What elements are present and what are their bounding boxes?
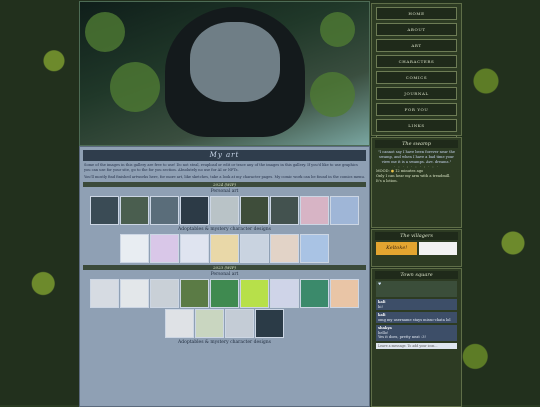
art-thumbnail[interactable] — [300, 196, 329, 225]
gallery-panel: My art Some of the images in this galler… — [79, 146, 370, 407]
nav-for-you[interactable]: FOR YOU — [376, 103, 457, 116]
lily-pad — [320, 12, 355, 47]
art-thumbnail[interactable] — [195, 309, 224, 338]
sun-icon: ● — [390, 169, 394, 173]
lily-pad — [85, 12, 125, 52]
swamp-quote: "I cannot say I have been forever near t… — [378, 150, 455, 164]
thumbnail-row — [80, 309, 369, 338]
art-thumbnail[interactable] — [240, 196, 269, 225]
section-label: Adoptables & mystery character designs — [178, 340, 271, 345]
chat-message: kali hi! — [376, 299, 457, 310]
town-square-title: Town square — [375, 271, 458, 279]
gallery-notice-2: You'll mostly find finished artworks her… — [84, 175, 365, 179]
thumbnail-row — [80, 279, 369, 308]
art-thumbnail[interactable] — [270, 234, 299, 263]
nav-about[interactable]: ABOUT — [376, 23, 457, 36]
art-thumbnail[interactable] — [150, 234, 179, 263]
nav-home[interactable]: HOME — [376, 7, 457, 20]
chat-author: kali — [378, 313, 386, 317]
art-thumbnail[interactable] — [270, 279, 299, 308]
art-thumbnail[interactable] — [225, 309, 254, 338]
art-thumbnail[interactable] — [150, 279, 179, 308]
nav-links[interactable]: LINKS — [376, 119, 457, 132]
thumbnail-row — [80, 234, 369, 263]
art-thumbnail[interactable] — [210, 234, 239, 263]
chat-message: shakya hello! Yes it does, pretty neat :… — [376, 325, 457, 341]
status-time: 12 minutes ago — [395, 169, 424, 173]
art-thumbnail[interactable] — [270, 196, 299, 225]
art-thumbnail[interactable] — [180, 234, 209, 263]
art-thumbnail[interactable] — [300, 234, 329, 263]
art-thumbnail[interactable] — [165, 309, 194, 338]
chat-author: kali — [378, 300, 386, 304]
lily-pad — [310, 72, 355, 117]
villager-badge[interactable]: Keltoke! — [376, 242, 418, 255]
art-thumbnail[interactable] — [210, 279, 239, 308]
art-thumbnail[interactable] — [240, 234, 269, 263]
art-thumbnail[interactable] — [240, 279, 269, 308]
nav-art[interactable]: ART — [376, 39, 457, 52]
nav-panel: HOME ABOUT ART CHARACTERS COMICS JOURNAL… — [371, 3, 462, 148]
status-text: Only I can hear my arm with a treadmill.… — [376, 174, 451, 183]
header-artwork — [79, 1, 370, 146]
nav-characters[interactable]: CHARACTERS — [376, 55, 457, 68]
page-title: My art — [83, 150, 366, 161]
character-face — [190, 22, 280, 102]
lily-pad — [110, 62, 160, 112]
chat-text: omg my username stays misso-chata lol — [378, 317, 451, 322]
swamp-panel: The swamp "I cannot say I have been fore… — [371, 137, 462, 228]
art-thumbnail[interactable] — [180, 279, 209, 308]
art-thumbnail[interactable] — [150, 196, 179, 225]
town-square-panel: Town square ♥ kali hi! kali omg my usern… — [371, 268, 462, 407]
status-label: MOOD: — [376, 169, 390, 173]
art-thumbnail[interactable] — [330, 196, 359, 225]
section-label: Personal art — [210, 272, 239, 277]
art-thumbnail[interactable] — [180, 196, 209, 225]
heart-icon: ♥ — [378, 282, 382, 286]
section-label: Personal art — [210, 189, 239, 194]
gallery-notice: Some of the images in this gallery are f… — [84, 163, 358, 172]
heart-message: ♥ — [376, 281, 457, 297]
chat-author: shakya — [378, 326, 392, 330]
nav-comics[interactable]: COMICS — [376, 71, 457, 84]
villagers-title: The villagers — [375, 232, 458, 240]
art-thumbnail[interactable] — [120, 196, 149, 225]
chat-text: hello! — [378, 330, 389, 335]
swamp-title: The swamp — [375, 140, 458, 148]
art-thumbnail[interactable] — [120, 279, 149, 308]
art-thumbnail[interactable] — [210, 196, 239, 225]
year-heading-2023: 2023 (WIP) — [83, 265, 366, 270]
art-thumbnail[interactable] — [330, 279, 359, 308]
chat-text: hi! — [378, 304, 383, 309]
chat-message: kali omg my username stays misso-chata l… — [376, 312, 457, 323]
section-label: Adoptables & mystery character designs — [178, 227, 271, 232]
year-heading-2024: 2024 (WIP) — [83, 182, 366, 187]
art-thumbnail[interactable] — [120, 234, 149, 263]
villager-badge-2[interactable] — [419, 242, 457, 255]
thumbnail-row — [80, 196, 369, 225]
art-thumbnail[interactable] — [90, 196, 119, 225]
nav-journal[interactable]: JOURNAL — [376, 87, 457, 100]
art-thumbnail[interactable] — [90, 279, 119, 308]
chat-text: Yes it does, pretty neat :3! — [378, 335, 426, 339]
chat-input[interactable]: Leave a message. To add your icon... — [376, 342, 457, 349]
art-thumbnail[interactable] — [300, 279, 329, 308]
art-thumbnail[interactable] — [255, 309, 284, 338]
villagers-panel: The villagers Keltoke! — [371, 229, 462, 267]
